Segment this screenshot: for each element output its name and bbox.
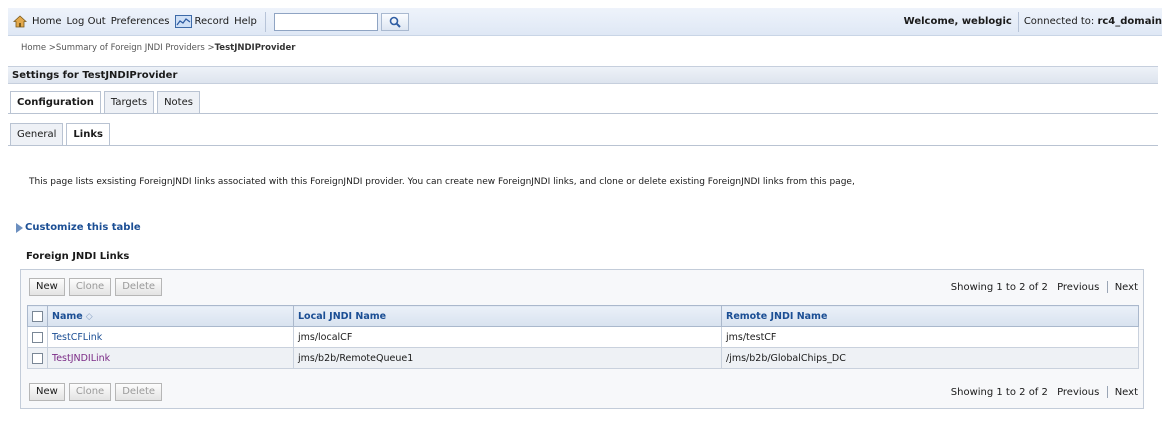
search-icon [389, 16, 401, 28]
search-input[interactable] [273, 12, 378, 31]
help-link[interactable]: Help [234, 16, 257, 27]
sub-tabs: General Links [10, 123, 113, 145]
previous-link[interactable]: Previous [1057, 387, 1099, 398]
user-info: Welcome, weblogic Connected to: rc4_doma… [904, 8, 1162, 35]
welcome-text: Welcome, weblogic [903, 16, 1012, 27]
subtab-divider [8, 145, 1158, 146]
table-row: TestCFLink jms/localCF jms/testCF [27, 326, 1139, 348]
row-select-cell [27, 347, 48, 369]
paging-divider [1106, 281, 1108, 293]
home-link[interactable]: Home [32, 16, 62, 27]
tab-notes[interactable]: Notes [157, 91, 200, 113]
paging-status: Showing 1 to 2 of 2 [950, 282, 1048, 293]
row-checkbox[interactable] [32, 352, 43, 364]
tab-targets[interactable]: Targets [103, 91, 155, 113]
logout-link[interactable]: Log Out [67, 16, 106, 27]
link-name[interactable]: TestJNDILink [52, 353, 110, 364]
top-toolbar: Home Log Out Preferences Record Help Wel… [8, 8, 1162, 36]
column-header-local[interactable]: Local JNDI Name [293, 305, 722, 327]
sort-icon[interactable]: ◇ [86, 312, 93, 322]
local-jndi-cell: jms/b2b/RemoteQueue1 [293, 347, 722, 369]
table-toolbar-top: New Clone Delete [29, 278, 166, 296]
clone-button[interactable]: Clone [68, 278, 112, 296]
paging-status: Showing 1 to 2 of 2 [950, 387, 1048, 398]
page-title: Settings for TestJNDIProvider [8, 66, 1158, 84]
delete-button[interactable]: Delete [115, 383, 163, 401]
column-header-remote[interactable]: Remote JNDI Name [721, 305, 1139, 327]
next-link[interactable]: Next [1115, 282, 1138, 293]
main-tabs: Configuration Targets Notes [10, 91, 203, 113]
column-header-name[interactable]: Name ◇ [47, 305, 294, 327]
name-cell: TestCFLink [47, 326, 294, 348]
next-link[interactable]: Next [1115, 387, 1138, 398]
domain-name: rc4_domain [1097, 16, 1162, 27]
row-select-cell [27, 326, 48, 348]
local-jndi-cell: jms/localCF [293, 326, 722, 348]
home-icon[interactable] [12, 15, 28, 28]
column-name-label: Name [52, 310, 83, 322]
search-button[interactable] [380, 12, 409, 31]
select-all-cell [27, 305, 48, 327]
pagination-bottom: Showing 1 to 2 of 2 Previous Next [951, 386, 1138, 398]
expand-triangle-icon [16, 222, 23, 233]
paging-divider [1106, 386, 1108, 398]
links-table-panel: New Clone Delete Showing 1 to 2 of 2 Pre… [20, 269, 1144, 409]
record-icon[interactable] [174, 15, 192, 28]
new-button[interactable]: New [29, 278, 65, 296]
connection-status: Connected to: rc4_domain [1019, 16, 1162, 27]
toolbar-divider [264, 11, 266, 32]
page-description: This page lists exsisting ForeignJNDI li… [29, 177, 855, 187]
table-header-row: Name ◇ Local JNDI Name Remote JNDI Name [27, 305, 1139, 327]
new-button[interactable]: New [29, 383, 65, 401]
name-cell: TestJNDILink [47, 347, 294, 369]
select-all-checkbox[interactable] [32, 310, 43, 322]
subtab-general[interactable]: General [10, 123, 64, 145]
record-link[interactable]: Record [195, 16, 230, 27]
customize-table-link[interactable]: Customize this table [16, 222, 141, 233]
delete-button[interactable]: Delete [115, 278, 163, 296]
breadcrumb: Home >Summary of Foreign JNDI Providers … [21, 43, 295, 53]
preferences-link[interactable]: Preferences [111, 16, 170, 27]
pagination-top: Showing 1 to 2 of 2 Previous Next [951, 281, 1138, 293]
row-checkbox[interactable] [32, 331, 43, 343]
remote-jndi-cell: jms/testCF [721, 326, 1139, 348]
previous-link[interactable]: Previous [1057, 282, 1099, 293]
customize-label: Customize this table [25, 222, 141, 233]
remote-jndi-cell: /jms/b2b/GlobalChips_DC [721, 347, 1139, 369]
links-table: Name ◇ Local JNDI Name Remote JNDI Name T… [27, 305, 1139, 369]
link-name[interactable]: TestCFLink [52, 332, 102, 343]
table-toolbar-bottom: New Clone Delete [29, 383, 166, 401]
connected-label: Connected to: [1023, 16, 1095, 27]
subtab-links[interactable]: Links [66, 123, 110, 145]
tab-divider [8, 113, 1158, 114]
table-title: Foreign JNDI Links [26, 251, 130, 262]
tab-configuration[interactable]: Configuration [10, 91, 101, 113]
clone-button[interactable]: Clone [68, 383, 112, 401]
breadcrumb-current: TestJNDIProvider [214, 43, 296, 53]
breadcrumb-trail[interactable]: Home >Summary of Foreign JNDI Providers … [21, 43, 215, 53]
table-row: TestJNDILink jms/b2b/RemoteQueue1 /jms/b… [27, 347, 1139, 369]
